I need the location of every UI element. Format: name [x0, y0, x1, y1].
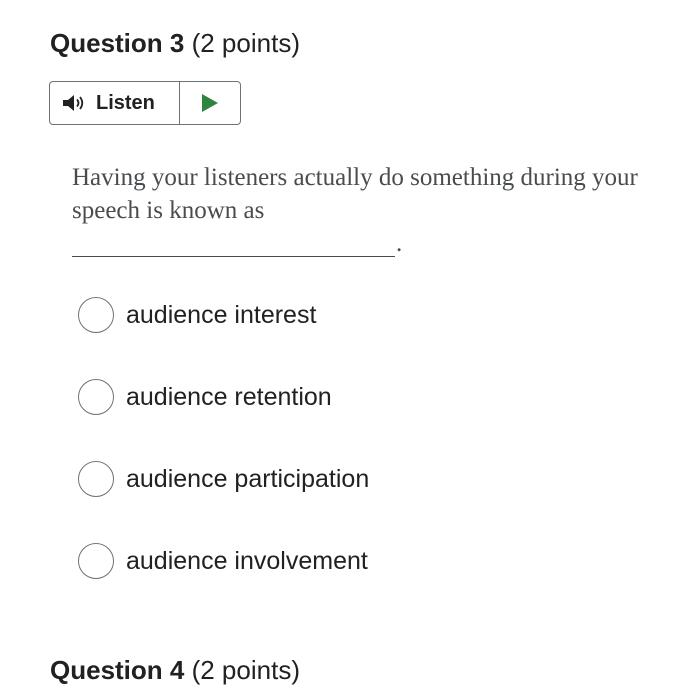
question-3-points: (2 points)	[191, 28, 300, 58]
listen-label: Listen	[96, 91, 155, 114]
option-label[interactable]: audience participation	[126, 465, 369, 494]
question-3-text: Having your listeners actually do someth…	[72, 164, 638, 224]
blank-period: .	[396, 230, 403, 257]
radio-button[interactable]	[78, 379, 114, 415]
option-audience-retention[interactable]: audience retention	[78, 377, 369, 417]
answer-options: audience interest audience retention aud…	[78, 295, 369, 623]
play-icon	[201, 93, 219, 113]
option-audience-interest[interactable]: audience interest	[78, 295, 369, 335]
question-3-header: Question 3 (2 points)	[50, 28, 300, 59]
option-label[interactable]: audience involvement	[126, 547, 368, 576]
option-audience-participation[interactable]: audience participation	[78, 459, 369, 499]
question-3-title: Question 3	[50, 28, 185, 58]
play-button[interactable]	[180, 82, 240, 124]
option-audience-involvement[interactable]: audience involvement	[78, 541, 369, 581]
radio-button[interactable]	[78, 543, 114, 579]
radio-button[interactable]	[78, 461, 114, 497]
blank-underline	[72, 256, 395, 257]
speaker-icon	[62, 93, 88, 113]
question-4-points: (2 points)	[191, 655, 300, 685]
read-aloud-widget: Listen	[49, 81, 241, 125]
question-4-header: Question 4 (2 points)	[50, 655, 300, 686]
option-label[interactable]: audience retention	[126, 383, 332, 412]
listen-button[interactable]: Listen	[50, 82, 180, 124]
question-4-title: Question 4	[50, 655, 185, 685]
answer-blank: .	[72, 230, 402, 260]
radio-button[interactable]	[78, 297, 114, 333]
option-label[interactable]: audience interest	[126, 301, 316, 330]
